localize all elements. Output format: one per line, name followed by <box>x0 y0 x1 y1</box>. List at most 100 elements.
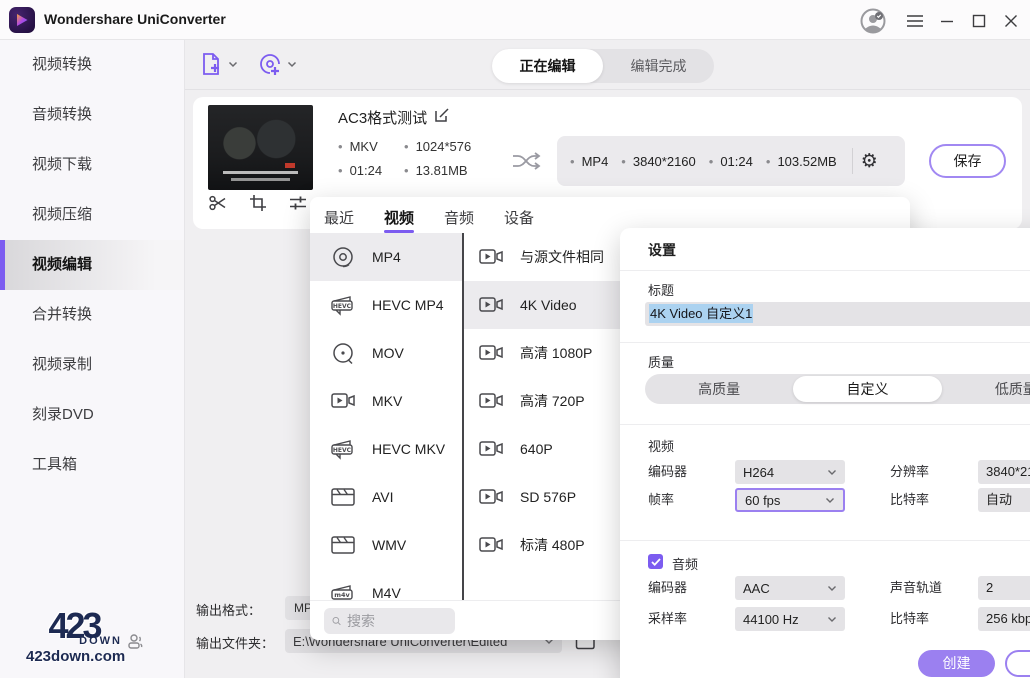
sidebar-item-video-compress[interactable]: 视频压缩 <box>0 190 184 240</box>
format-item-wmv[interactable]: WMV <box>310 521 462 569</box>
file-title: AC3格式测试 <box>338 107 427 128</box>
close-button[interactable] <box>998 8 1024 34</box>
output-format-select[interactable]: MP4 <box>285 596 310 620</box>
minimize-button[interactable] <box>934 8 960 34</box>
settings-panel: 设置 标题 4K Video 自定义1 质量 高质量 自定义 低质量 视频 编码… <box>620 228 1030 678</box>
chevron-down-icon <box>827 616 837 623</box>
video-camera-icon <box>330 389 356 413</box>
thumb-subtitle-line <box>231 178 290 181</box>
audio-encoder-label: 编码器 <box>648 576 687 600</box>
sidebar-item-audio-convert[interactable]: 音频转换 <box>0 90 184 140</box>
secondary-button[interactable] <box>1005 650 1030 677</box>
tab-device[interactable]: 设备 <box>504 207 534 233</box>
video-camera-icon <box>478 293 504 317</box>
sidebar-item-merge-convert[interactable]: 合并转换 <box>0 290 184 340</box>
search-input[interactable] <box>347 613 447 629</box>
sidebar-item-video-edit[interactable]: 视频编辑 <box>0 240 184 290</box>
source-format: MKV <box>338 139 400 154</box>
clapperboard-icon <box>330 533 356 557</box>
users-icon[interactable] <box>126 632 146 652</box>
video-camera-icon <box>478 485 504 509</box>
convert-arrow-icon <box>511 149 541 173</box>
video-framerate-select[interactable]: 60 fps <box>735 488 845 512</box>
audio-channels-label: 声音轨道 <box>890 576 942 600</box>
format-item-m4v[interactable]: m4v M4V <box>310 569 462 600</box>
sidebar-item-video-convert[interactable]: 视频转换 <box>0 40 184 90</box>
sidebar-item-toolbox[interactable]: 工具箱 <box>0 440 184 490</box>
audio-checkbox[interactable] <box>648 554 663 569</box>
format-item-mp4[interactable]: MP4 <box>310 233 462 281</box>
chevron-down-icon <box>825 497 835 504</box>
disc-dot-icon <box>330 341 356 365</box>
output-resolution: 3840*2160 <box>621 154 695 169</box>
tab-audio[interactable]: 音频 <box>444 207 474 233</box>
format-item-hevc-mp4[interactable]: HEVC HEVC MP4 <box>310 281 462 329</box>
account-avatar[interactable] <box>860 8 886 34</box>
svg-text:m4v: m4v <box>334 591 350 599</box>
output-settings-gear-icon[interactable]: ⚙ <box>861 152 878 171</box>
audio-samplerate-select[interactable]: 44100 Hz <box>735 607 845 631</box>
tab-editing[interactable]: 正在编辑 <box>492 49 603 83</box>
quality-custom[interactable]: 自定义 <box>793 376 941 402</box>
divider <box>852 148 853 174</box>
audio-section-label: 音频 <box>672 554 698 573</box>
audio-encoder-select[interactable]: AAC <box>735 576 845 600</box>
video-camera-icon <box>478 245 504 269</box>
format-item-mov[interactable]: MOV <box>310 329 462 377</box>
format-item-hevc-mkv[interactable]: HEVC HEVC MKV <box>310 425 462 473</box>
save-button[interactable]: 保存 <box>929 144 1006 178</box>
app-logo-icon <box>9 7 35 33</box>
quality-label: 质量 <box>648 352 674 371</box>
thumb-red-mark <box>285 163 295 168</box>
edit-state-switch: 正在编辑 编辑完成 <box>492 49 714 83</box>
maximize-button[interactable] <box>966 8 992 34</box>
effects-icon[interactable] <box>288 193 308 213</box>
video-camera-icon <box>478 437 504 461</box>
format-item-avi[interactable]: AVI <box>310 473 462 521</box>
chevron-down-icon <box>287 61 297 68</box>
sidebar: 视频转换 音频转换 视频下载 视频压缩 视频编辑 合并转换 视频录制 刻录DVD… <box>0 40 185 678</box>
video-encoder-select[interactable]: H264 <box>735 460 845 484</box>
video-camera-icon <box>478 389 504 413</box>
title-input-selection: 4K Video 自定义1 <box>649 304 753 323</box>
chevron-down-icon <box>827 585 837 592</box>
tab-recent[interactable]: 最近 <box>324 207 354 233</box>
chevron-down-icon <box>228 61 238 68</box>
main-toolbar: 正在编辑 编辑完成 <box>185 40 1030 90</box>
crop-icon[interactable] <box>248 193 268 213</box>
rename-icon[interactable] <box>433 106 451 124</box>
video-thumbnail[interactable] <box>208 105 313 190</box>
video-camera-icon <box>478 533 504 557</box>
menu-icon[interactable] <box>902 8 928 34</box>
tab-video[interactable]: 视频 <box>384 207 414 233</box>
format-item-mkv[interactable]: MKV <box>310 377 462 425</box>
divider <box>620 540 1030 541</box>
add-files-button[interactable] <box>198 51 238 77</box>
add-disc-icon <box>257 51 283 77</box>
load-dvd-button[interactable] <box>257 51 297 77</box>
sidebar-item-screen-record[interactable]: 视频录制 <box>0 340 184 390</box>
clapperboard-icon <box>330 485 356 509</box>
output-format-label: 输出格式： <box>196 600 261 619</box>
title-input[interactable]: 4K Video 自定义1 <box>645 302 1030 326</box>
watermark-423down: 423 DOWN 423down.com <box>26 608 122 664</box>
quality-high[interactable]: 高质量 <box>645 374 793 404</box>
search-icon <box>332 614 341 628</box>
search-box[interactable] <box>324 608 455 634</box>
source-size: 13.81MB <box>404 163 471 178</box>
quality-low[interactable]: 低质量 <box>942 374 1030 404</box>
source-duration: 01:24 <box>338 163 400 178</box>
format-list: MP4 HEVC HEVC MP4 <box>310 233 462 600</box>
video-resolution-label: 分辨率 <box>890 460 929 484</box>
settings-title: 设置 <box>620 228 1030 271</box>
video-camera-icon <box>478 341 504 365</box>
output-folder-label: 输出文件夹： <box>196 633 274 652</box>
output-size: 103.52MB <box>766 154 837 169</box>
video-framerate-label: 帧率 <box>648 488 674 512</box>
tab-edit-finished[interactable]: 编辑完成 <box>603 49 714 83</box>
trim-icon[interactable] <box>208 193 228 213</box>
sidebar-item-burn-dvd[interactable]: 刻录DVD <box>0 390 184 440</box>
source-info: MKV 1024*576 01:24 13.81MB <box>338 139 471 178</box>
create-button[interactable]: 创建 <box>918 650 995 677</box>
sidebar-item-video-download[interactable]: 视频下载 <box>0 140 184 190</box>
